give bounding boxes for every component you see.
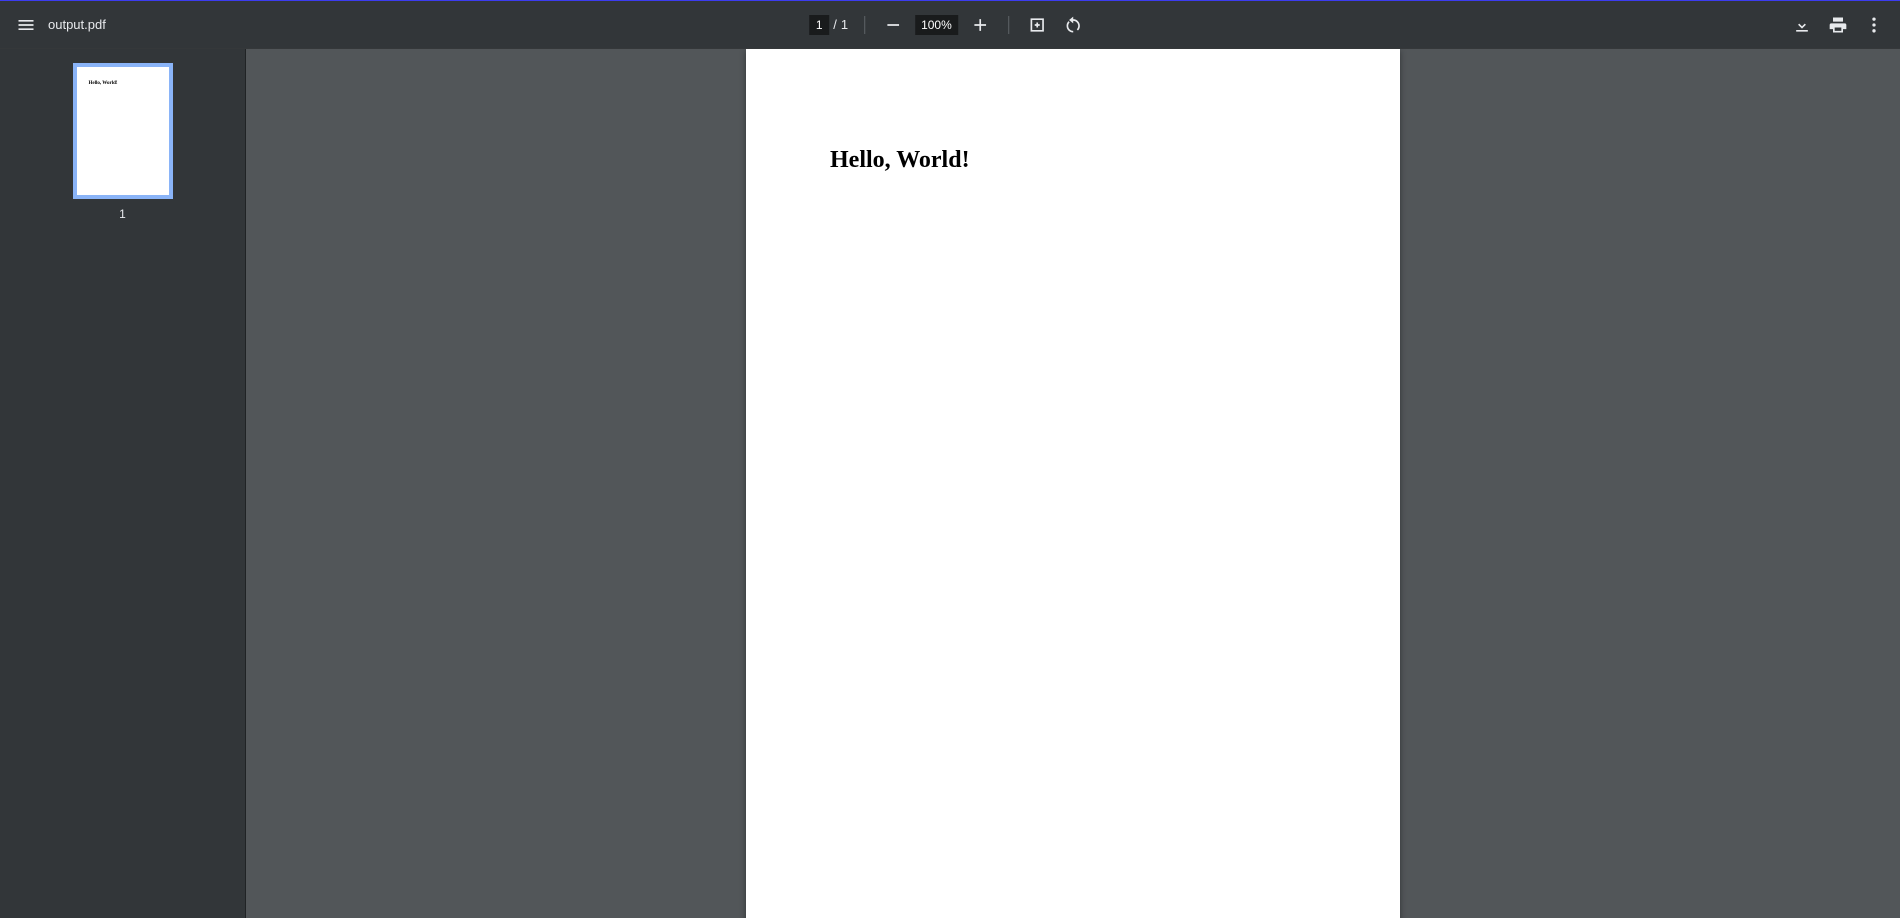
fit-to-page-button[interactable] <box>1019 7 1055 43</box>
viewer-body: Hello, World! 1 Hello, World! <box>0 48 1900 918</box>
toolbar: output.pdf / 1 100% <box>0 0 1900 48</box>
thumbnail-label: 1 <box>119 207 126 221</box>
document-filename: output.pdf <box>48 17 106 32</box>
toolbar-divider <box>1008 16 1009 34</box>
toolbar-center: / 1 100% <box>809 1 1091 48</box>
page-total: 1 <box>841 17 854 32</box>
toolbar-divider <box>864 16 865 34</box>
download-button[interactable] <box>1784 7 1820 43</box>
document-heading: Hello, World! <box>830 147 970 174</box>
download-icon <box>1792 15 1812 35</box>
plus-icon <box>970 15 990 35</box>
more-vert-icon <box>1864 15 1884 35</box>
zoom-in-button[interactable] <box>962 7 998 43</box>
zoom-out-button[interactable] <box>875 7 911 43</box>
toolbar-left: output.pdf <box>0 1 106 48</box>
menu-icon <box>16 15 36 35</box>
minus-icon <box>883 15 903 35</box>
page-number-input[interactable] <box>809 15 829 35</box>
pdf-viewer-app: output.pdf / 1 100% <box>0 0 1900 918</box>
rotate-ccw-icon <box>1063 15 1083 35</box>
rotate-button[interactable] <box>1055 7 1091 43</box>
thumbnail-sidebar: Hello, World! 1 <box>0 49 246 918</box>
fit-to-page-icon <box>1027 15 1047 35</box>
document-page: Hello, World! <box>746 49 1400 918</box>
page-separator: / <box>829 17 841 32</box>
print-icon <box>1828 15 1848 35</box>
thumbnail-preview-text: Hello, World! <box>89 81 118 86</box>
page-thumbnail[interactable]: Hello, World! <box>73 63 173 199</box>
menu-button[interactable] <box>8 7 44 43</box>
zoom-level[interactable]: 100% <box>915 15 958 35</box>
toolbar-right <box>1784 1 1892 48</box>
document-canvas[interactable]: Hello, World! <box>246 49 1900 918</box>
print-button[interactable] <box>1820 7 1856 43</box>
more-actions-button[interactable] <box>1856 7 1892 43</box>
